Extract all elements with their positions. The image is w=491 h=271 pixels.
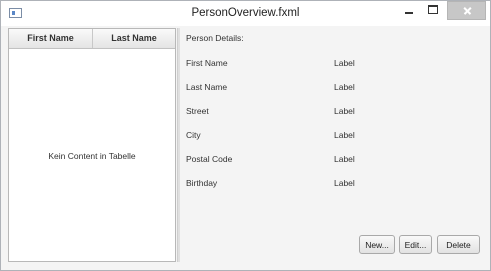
- details-title: Person Details:: [186, 33, 244, 43]
- table-empty-placeholder: Kein Content in Tabelle: [48, 151, 136, 161]
- field-value-birthday: Label: [334, 178, 355, 188]
- person-details-panel: Person Details: First Name Label Last Na…: [180, 28, 482, 262]
- field-value-street: Label: [334, 106, 355, 116]
- column-header-last-name[interactable]: Last Name: [93, 29, 175, 48]
- field-label-postal-code: Postal Code: [186, 154, 233, 164]
- edit-button[interactable]: Edit...: [399, 235, 432, 254]
- field-label-street: Street: [186, 106, 209, 116]
- new-button[interactable]: New...: [359, 235, 395, 254]
- app-window: PersonOverview.fxml First Name Last Name…: [0, 0, 491, 271]
- delete-button[interactable]: Delete: [437, 235, 480, 254]
- split-pane: First Name Last Name Kein Content in Tab…: [8, 28, 482, 263]
- title-bar[interactable]: PersonOverview.fxml: [1, 1, 490, 26]
- table-header: First Name Last Name: [9, 29, 175, 49]
- field-label-first-name: First Name: [186, 58, 228, 68]
- field-value-first-name: Label: [334, 58, 355, 68]
- column-header-first-name[interactable]: First Name: [9, 29, 93, 48]
- close-button[interactable]: [447, 1, 486, 20]
- field-value-postal-code: Label: [334, 154, 355, 164]
- person-table[interactable]: First Name Last Name Kein Content in Tab…: [8, 28, 176, 262]
- maximize-button[interactable]: [421, 1, 445, 21]
- field-value-city: Label: [334, 130, 355, 140]
- minimize-button[interactable]: [397, 1, 421, 21]
- field-label-last-name: Last Name: [186, 82, 228, 92]
- field-value-last-name: Label: [334, 82, 355, 92]
- field-label-city: City: [186, 130, 201, 140]
- field-label-birthday: Birthday: [186, 178, 218, 188]
